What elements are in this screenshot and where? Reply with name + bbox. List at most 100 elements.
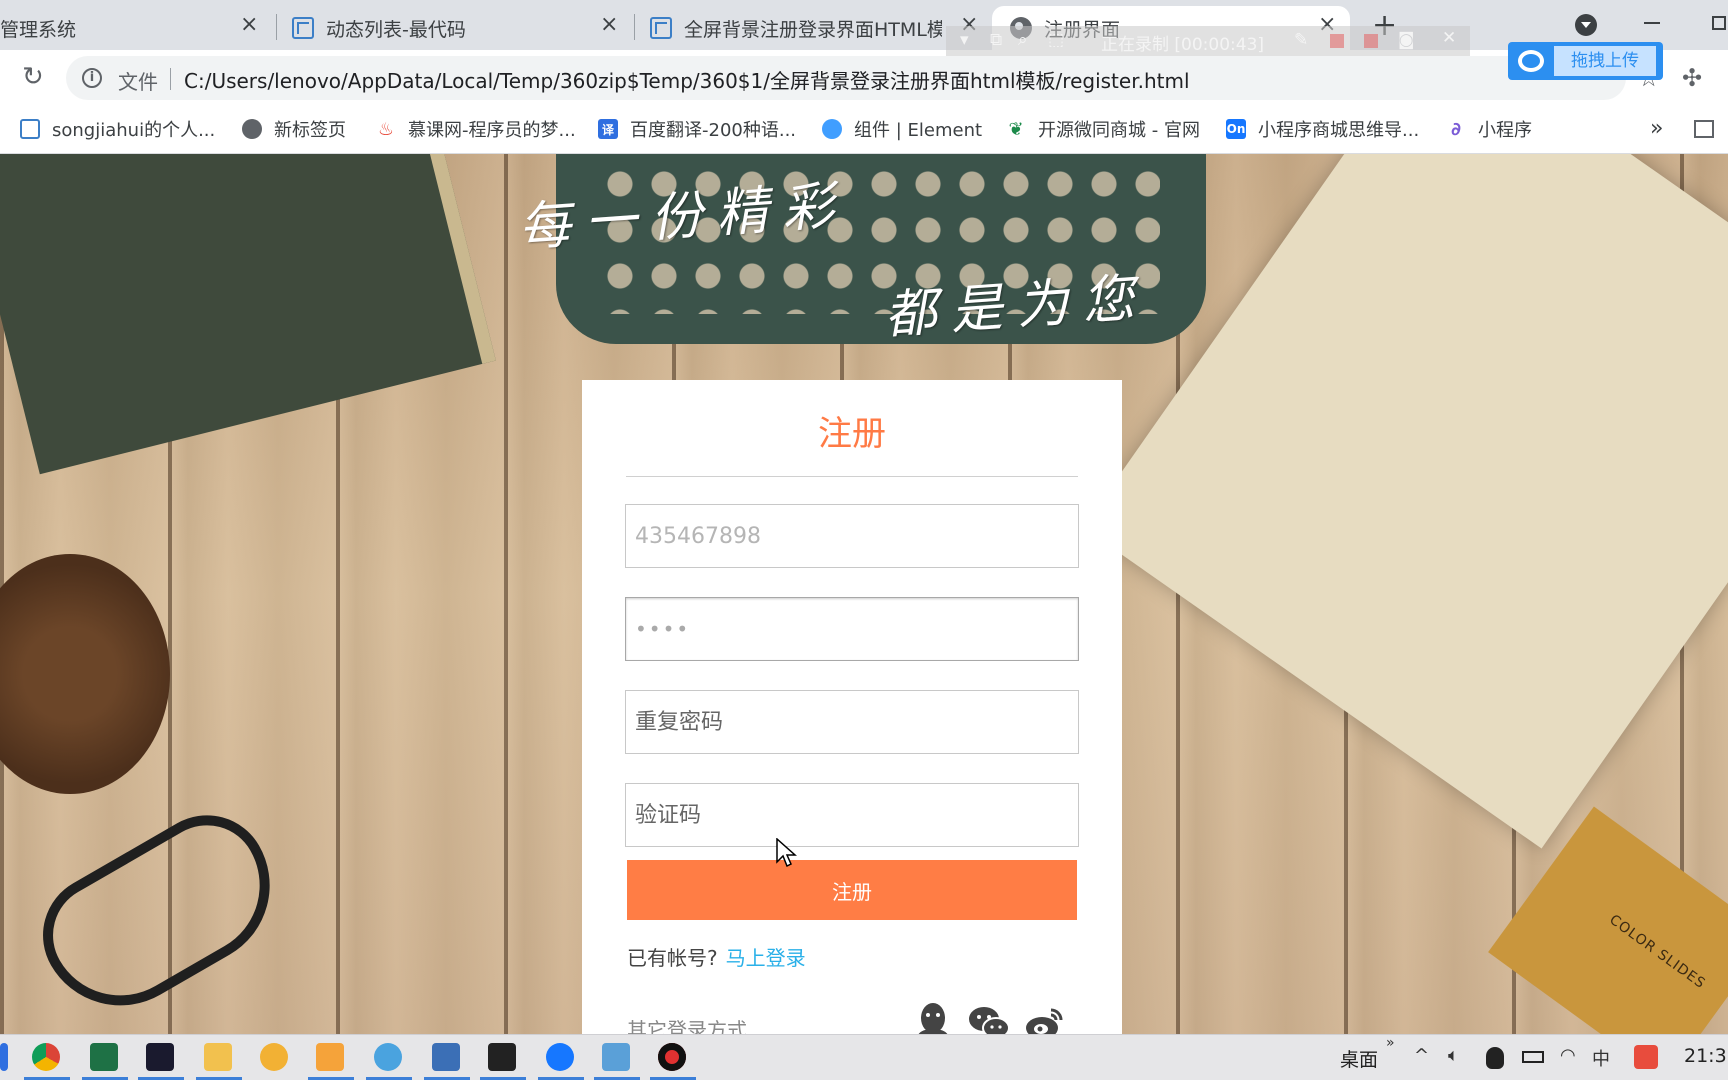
url-text[interactable]: C:/Users/lenovo/AppData/Local/Temp/360zi… bbox=[184, 65, 1190, 94]
bookmark-item[interactable]: On 小程序商城思维导... bbox=[1226, 116, 1419, 142]
bookmark-label: 组件 | Element bbox=[854, 120, 983, 141]
recorder-region-icon[interactable]: ⬚ bbox=[1048, 30, 1064, 50]
title-divider bbox=[626, 476, 1078, 477]
stop-icon[interactable] bbox=[1364, 34, 1378, 48]
tab-separator bbox=[634, 14, 635, 40]
browser-toolbar: ↻ i 文件 C:/Users/lenovo/AppData/Local/Tem… bbox=[0, 50, 1728, 106]
phone-app-icon[interactable] bbox=[546, 1043, 574, 1071]
upload-button[interactable]: 拖拽上传 bbox=[1508, 42, 1663, 80]
terminal-icon[interactable] bbox=[488, 1043, 516, 1071]
site-favicon-icon bbox=[650, 17, 672, 39]
minimize-icon[interactable] bbox=[1644, 22, 1660, 24]
page-viewport: COLOR SLIDES 每一份精彩 都是为您 注册 注册 已有帐号?马上登录 … bbox=[0, 154, 1728, 1034]
qq-tray-icon[interactable] bbox=[1486, 1047, 1504, 1069]
bookmark-item[interactable]: ♨ 慕课网-程序员的梦... bbox=[376, 116, 576, 142]
volume-icon[interactable]: 🔈︎ bbox=[1448, 1045, 1459, 1066]
recorder-window-icon[interactable]: ⧉ bbox=[990, 30, 1002, 50]
tab-search-icon[interactable] bbox=[1575, 14, 1597, 36]
bookmark-item[interactable]: 新标签页 bbox=[242, 116, 346, 142]
pen-icon[interactable]: ✎ bbox=[1294, 30, 1308, 50]
pause-icon[interactable] bbox=[1330, 34, 1344, 48]
info-icon[interactable]: i bbox=[82, 68, 102, 88]
flame-icon: ♨ bbox=[377, 118, 395, 140]
recorder-zoom-icon[interactable]: ⌕ bbox=[1018, 30, 1028, 50]
chat-app-icon[interactable] bbox=[260, 1043, 288, 1071]
tab-title: 管理系统 bbox=[0, 18, 77, 41]
wifi-icon[interactable]: ◠ bbox=[1560, 1045, 1576, 1066]
excel-icon[interactable] bbox=[90, 1043, 118, 1071]
bookmark-label: 开源微同商城 - 官网 bbox=[1038, 120, 1200, 141]
battery-icon[interactable] bbox=[1522, 1051, 1544, 1063]
upload-label: 拖拽上传 bbox=[1554, 46, 1656, 76]
file-explorer-icon[interactable] bbox=[204, 1043, 232, 1071]
site-icon bbox=[20, 119, 40, 139]
close-icon[interactable]: ✕ bbox=[1442, 28, 1456, 48]
address-separator bbox=[170, 68, 171, 90]
cloud-icon bbox=[1518, 50, 1544, 72]
element-icon bbox=[822, 119, 842, 139]
reading-list-icon[interactable] bbox=[1694, 120, 1714, 138]
register-card: 注册 注册 已有帐号? 马上登录 其它登录方式 bbox=[582, 380, 1122, 1034]
weibo-icon[interactable] bbox=[1024, 1002, 1066, 1034]
tray-expand-icon[interactable]: ^ bbox=[1414, 1045, 1429, 1066]
close-icon[interactable]: × bbox=[240, 12, 258, 37]
other-login-label: 其它登录方式 bbox=[627, 1018, 747, 1034]
qq-icon[interactable] bbox=[912, 1002, 954, 1034]
bookmark-item[interactable]: ❦ 开源微同商城 - 官网 bbox=[1006, 116, 1200, 142]
tab-register-template[interactable]: 全屏背景注册登录界面HTML模板 × bbox=[650, 6, 980, 50]
maximize-icon[interactable] bbox=[1712, 16, 1726, 30]
wechat-icon[interactable] bbox=[968, 1002, 1010, 1034]
background-pinecone bbox=[0, 554, 170, 794]
register-title: 注册 bbox=[818, 414, 886, 454]
system-clock[interactable]: 21:35 bbox=[1684, 1045, 1728, 1067]
windows-taskbar: 桌面 » ^ 🔈︎ ◠ 中 21:35 bbox=[0, 1034, 1728, 1080]
bookmarks-more-icon[interactable]: » bbox=[1650, 116, 1663, 141]
password-input[interactable] bbox=[625, 597, 1079, 661]
intellij-icon[interactable] bbox=[146, 1043, 174, 1071]
image-app-icon[interactable] bbox=[602, 1043, 630, 1071]
toolbar-expand-icon[interactable]: » bbox=[1386, 1035, 1395, 1051]
address-bar[interactable]: i 文件 C:/Users/lenovo/AppData/Local/Temp/… bbox=[66, 56, 1660, 100]
account-input[interactable] bbox=[625, 504, 1079, 568]
chrome-icon[interactable] bbox=[32, 1043, 60, 1071]
on-icon: On bbox=[1226, 119, 1246, 139]
repeat-password-input[interactable] bbox=[625, 690, 1079, 754]
camera-icon[interactable]: ◙ bbox=[1398, 30, 1415, 50]
bookmark-label: 慕课网-程序员的梦... bbox=[408, 120, 576, 141]
globe-icon bbox=[242, 119, 262, 139]
recorder-app-icon[interactable] bbox=[658, 1043, 686, 1071]
login-prompt: 已有帐号? 马上登录 bbox=[627, 942, 806, 971]
window-app-icon[interactable] bbox=[432, 1043, 460, 1071]
bookmark-label: 百度翻译-200种语... bbox=[630, 120, 797, 141]
leaf-icon: ❦ bbox=[1008, 118, 1024, 140]
mouse-cursor-icon bbox=[776, 838, 797, 868]
desktop-toolbar-label[interactable]: 桌面 bbox=[1340, 1045, 1378, 1072]
background-book bbox=[0, 154, 496, 475]
sogou-input-icon[interactable] bbox=[1634, 1045, 1658, 1069]
bookmark-label: 小程序商城思维导... bbox=[1258, 120, 1420, 141]
bookmark-item[interactable]: songjiahui的个人... bbox=[20, 116, 215, 142]
recording-status: 正在录制 [00:00:43] bbox=[1101, 35, 1265, 55]
tab-title: 动态列表-最代码 bbox=[326, 18, 466, 41]
bookmarks-bar: songjiahui的个人... 新标签页 ♨ 慕课网-程序员的梦... 译 百… bbox=[0, 106, 1728, 154]
captcha-input[interactable] bbox=[625, 783, 1079, 847]
ime-indicator[interactable]: 中 bbox=[1592, 1045, 1610, 1071]
compressor-icon[interactable] bbox=[316, 1043, 344, 1071]
tab-title: 全屏背景注册登录界面HTML模板 bbox=[684, 18, 942, 41]
site-favicon-icon bbox=[292, 17, 314, 39]
bookmark-item[interactable]: 译 百度翻译-200种语... bbox=[598, 116, 796, 142]
tab-separator bbox=[276, 14, 277, 40]
login-link[interactable]: 马上登录 bbox=[726, 946, 806, 970]
tab-dynamic-list[interactable]: 动态列表-最代码 × bbox=[292, 6, 622, 50]
tab-management-system[interactable]: 管理系统 × bbox=[0, 6, 270, 50]
cloud-drive-icon[interactable] bbox=[374, 1043, 402, 1071]
close-icon[interactable]: × bbox=[600, 12, 618, 37]
extensions-icon[interactable]: ✣ bbox=[1682, 64, 1702, 92]
bookmark-label: 小程序 bbox=[1478, 120, 1532, 141]
start-edge-icon[interactable] bbox=[0, 1043, 8, 1071]
bookmark-item[interactable]: 组件 | Element bbox=[822, 116, 982, 142]
recorder-menu-icon[interactable]: ▾ bbox=[960, 30, 969, 50]
reload-icon[interactable]: ↻ bbox=[22, 62, 44, 92]
register-button[interactable]: 注册 bbox=[627, 860, 1077, 920]
bookmark-item[interactable]: ∂ 小程序 bbox=[1446, 116, 1532, 142]
